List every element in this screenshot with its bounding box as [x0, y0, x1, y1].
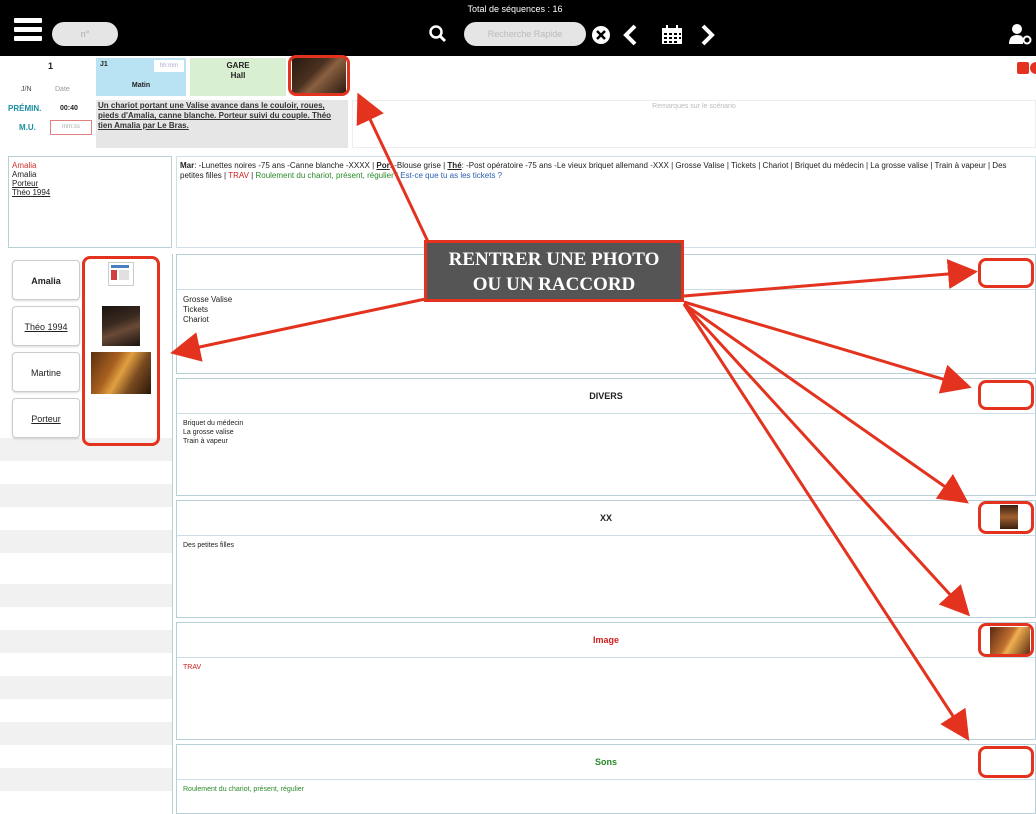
callout-line-2: OU UN RACCORD [472, 274, 636, 295]
annotation-arrows [170, 92, 978, 742]
arrow-to-slot-4 [682, 302, 971, 617]
arrow-to-slot-5 [682, 303, 970, 742]
arrow-to-character-photos [170, 296, 431, 362]
arrow-to-slot-1 [683, 259, 978, 298]
annotation-callout: RENTRER UNE PHOTO OU UN RACCORD [424, 240, 684, 302]
arrow-to-scene-photo [356, 92, 432, 247]
arrow-to-slot-3 [683, 302, 969, 504]
arrow-to-slot-2 [683, 300, 972, 394]
callout-line-1: RENTRER UNE PHOTO [448, 249, 660, 270]
